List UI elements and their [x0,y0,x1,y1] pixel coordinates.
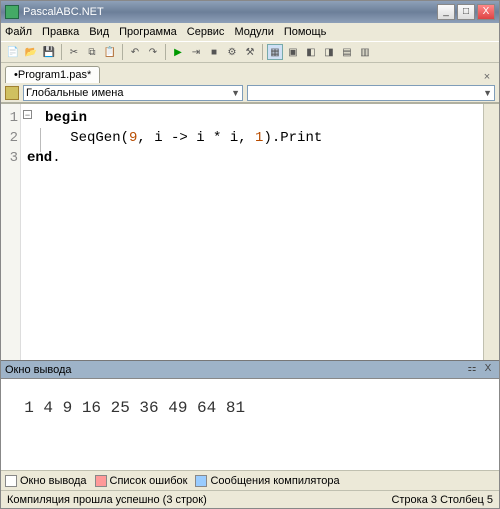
tab-label: •Program1.pas* [14,69,91,81]
stop-icon[interactable]: ■ [206,44,222,60]
app-icon [5,5,19,19]
output-panel-title: Окно вывода [5,364,72,376]
tab-label: Список ошибок [110,475,188,487]
panel3-icon[interactable]: ▤ [339,44,355,60]
output-panel-body[interactable]: 1 4 9 16 25 36 49 64 81 [1,378,499,470]
vertical-scrollbar[interactable] [483,104,499,360]
paste-icon[interactable]: 📋 [102,44,118,60]
code-text: . [52,150,60,166]
output-tab-icon [5,475,17,487]
compile-icon[interactable]: ⚙ [224,44,240,60]
tab-messages[interactable]: Сообщения компилятора [195,475,339,487]
panel4-icon[interactable]: ▥ [357,44,373,60]
close-panel-icon[interactable]: X [481,363,495,377]
keyword-begin: begin [45,110,87,126]
tab-errors[interactable]: Список ошибок [95,475,188,487]
menu-file[interactable]: Файл [5,26,32,38]
menubar: Файл Правка Вид Программа Сервис Модули … [1,23,499,41]
menu-modules[interactable]: Модули [234,26,273,38]
fold-line [40,128,41,152]
status-message: Компиляция прошла успешно (3 строк) [7,494,391,506]
line-gutter: 1 2 3 [1,104,21,360]
status-position: Строка 3 Столбец 5 [391,494,493,506]
code-text: , i -> i * i, [137,130,255,146]
minimize-button[interactable]: _ [437,4,455,20]
maximize-button[interactable]: □ [457,4,475,20]
file-tab[interactable]: •Program1.pas* [5,66,100,83]
build-icon[interactable]: ⚒ [242,44,258,60]
bottom-tabs: Окно вывода Список ошибок Сообщения комп… [1,470,499,490]
tab-label: Сообщения компилятора [210,475,339,487]
open-file-icon[interactable]: 📂 [23,44,39,60]
cut-icon[interactable]: ✂ [66,44,82,60]
code-text: SeqGen( [45,130,129,146]
redo-icon[interactable]: ↷ [145,44,161,60]
scope-label: Глобальные имена [26,87,124,99]
chevron-down-icon: ▼ [483,88,492,98]
line-number: 3 [1,148,18,168]
menu-view[interactable]: Вид [89,26,109,38]
toolbar-separator [61,44,62,60]
statusbar: Компиляция прошла успешно (3 строк) Стро… [1,490,499,508]
panel2-icon[interactable]: ◨ [321,44,337,60]
scope-dropdown[interactable]: Глобальные имена ▼ [23,85,243,101]
scope-row: Глобальные имена ▼ ▼ [1,83,499,103]
window-title: PascalABC.NET [23,6,437,18]
save-icon[interactable]: 💾 [41,44,57,60]
menu-service[interactable]: Сервис [187,26,225,38]
tab-label: Окно вывода [20,475,87,487]
form-icon[interactable]: ▣ [285,44,301,60]
scope-icon [5,86,19,100]
copy-icon[interactable]: ⧉ [84,44,100,60]
titlebar: PascalABC.NET _ □ X [1,1,499,23]
line-number: 2 [1,128,18,148]
menu-program[interactable]: Программа [119,26,177,38]
tab-close-icon[interactable]: × [479,71,495,83]
tab-output[interactable]: Окно вывода [5,475,87,487]
code-text: ).Print [263,130,322,146]
new-file-icon[interactable]: 📄 [5,44,21,60]
toolbar-separator [165,44,166,60]
window-controls: _ □ X [437,4,495,20]
code-area[interactable]: begin SeqGen(9, i -> i * i, 1).Printend. [21,104,483,360]
fold-toggle-icon[interactable]: − [23,110,32,119]
run-icon[interactable]: ▶ [170,44,186,60]
output-text: 1 4 9 16 25 36 49 64 81 [24,399,245,417]
close-button[interactable]: X [477,4,495,20]
panel1-icon[interactable]: ◧ [303,44,319,60]
step-icon[interactable]: ⇥ [188,44,204,60]
tabstrip: •Program1.pas* × [1,63,499,83]
menu-help[interactable]: Помощь [284,26,327,38]
menu-edit[interactable]: Правка [42,26,79,38]
line-number: 1 [1,108,18,128]
messages-tab-icon [195,475,207,487]
chevron-down-icon: ▼ [231,88,240,98]
keyword-end: end [27,150,52,166]
toolbar-separator [122,44,123,60]
undo-icon[interactable]: ↶ [127,44,143,60]
errors-tab-icon [95,475,107,487]
toolbar-separator [262,44,263,60]
toolbar: 📄 📂 💾 ✂ ⧉ 📋 ↶ ↷ ▶ ⇥ ■ ⚙ ⚒ ▦ ▣ ◧ ◨ ▤ ▥ [1,41,499,63]
window-icon[interactable]: ▦ [267,44,283,60]
pin-icon[interactable]: ⚏ [465,363,479,377]
code-editor[interactable]: 1 2 3 − begin SeqGen(9, i -> i * i, 1).P… [1,103,499,360]
output-panel-header: Окно вывода ⚏ X [1,360,499,378]
member-dropdown[interactable]: ▼ [247,85,495,101]
